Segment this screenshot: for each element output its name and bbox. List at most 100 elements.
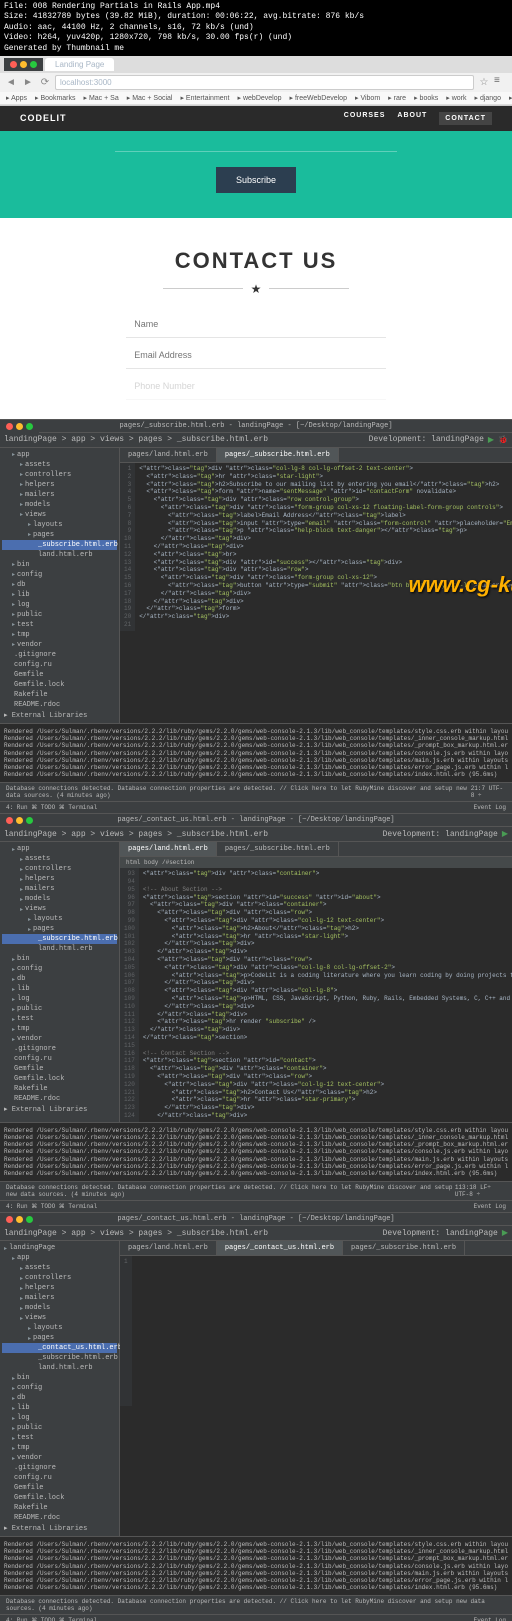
name-input[interactable] [126, 311, 386, 338]
file-item[interactable]: .gitignore [2, 1463, 117, 1473]
window-maximize-icon[interactable] [26, 817, 33, 824]
folder-item[interactable]: ▸ db [2, 580, 117, 590]
code-editor[interactable]: pages/land.html.erb pages/_subscribe.htm… [120, 842, 512, 1122]
folder-item[interactable]: ▸ db [2, 1393, 117, 1403]
forward-button[interactable]: ► [21, 75, 35, 89]
folder-item[interactable]: ▸ mailers [2, 884, 117, 894]
project-tree[interactable]: ▸ app▸ assets▸ controllers▸ helpers▸ mai… [0, 448, 120, 723]
folder-item[interactable]: ▸ bin [2, 560, 117, 570]
run-button-icon[interactable]: ▶ [502, 829, 508, 839]
window-minimize-icon[interactable] [16, 423, 23, 430]
run-console[interactable]: Rendered /Users/Sulman/.rbenv/versions/2… [0, 1536, 512, 1595]
external-libraries[interactable]: ▸ External Libraries [2, 1104, 117, 1115]
folder-item[interactable]: ▸ models [2, 1303, 117, 1313]
file-item[interactable]: Rakefile [2, 690, 117, 700]
folder-item[interactable]: ▸ vendor [2, 1453, 117, 1463]
code-editor[interactable]: pages/land.html.erb pages/_subscribe.htm… [120, 448, 512, 723]
folder-item[interactable]: ▸ views [2, 904, 117, 914]
folder-item[interactable]: ▸ assets [2, 854, 117, 864]
window-minimize-icon[interactable] [16, 817, 23, 824]
bookmark-item[interactable]: ▸ Entertainment [178, 93, 231, 103]
file-item[interactable]: Gemfile.lock [2, 680, 117, 690]
event-log-link[interactable]: Event Log [474, 804, 506, 811]
file-item[interactable]: _subscribe.html.erb [2, 540, 117, 550]
window-close-icon[interactable] [6, 423, 13, 430]
code-content[interactable]: <"attr">class="tag">div "attr">class="co… [135, 463, 512, 631]
bottom-tool-tabs[interactable]: 4: Run ⌘ TODO ⌘ Terminal [6, 1617, 97, 1621]
editor-tab-active[interactable]: pages/land.html.erb [120, 842, 217, 856]
editor-tab-active[interactable]: pages/_contact_us.html.erb [217, 1241, 343, 1255]
editor-tab-active[interactable]: pages/_subscribe.html.erb [217, 448, 339, 462]
debug-button-icon[interactable]: 🐞 [498, 435, 508, 445]
file-item[interactable]: land.html.erb [2, 550, 117, 560]
folder-item[interactable]: ▸ log [2, 600, 117, 610]
bookmark-item[interactable]: ▸ webDevelop [236, 93, 284, 103]
breadcrumb-path[interactable]: landingPage > app > views > pages > _sub… [4, 435, 268, 444]
folder-item[interactable]: ▸ lib [2, 1403, 117, 1413]
bottom-tool-tabs[interactable]: 4: Run ⌘ TODO ⌘ Terminal [6, 1203, 97, 1210]
external-libraries[interactable]: ▸ External Libraries [2, 1523, 117, 1534]
folder-item[interactable]: ▸ controllers [2, 470, 117, 480]
file-item[interactable]: _subscribe.html.erb [2, 1353, 117, 1363]
nav-contact[interactable]: CONTACT [439, 112, 492, 125]
folder-item[interactable]: ▸ lib [2, 984, 117, 994]
folder-item[interactable]: ▸ layouts [2, 1323, 117, 1333]
file-item[interactable]: land.html.erb [2, 1363, 117, 1373]
folder-item[interactable]: ▸ test [2, 1014, 117, 1024]
folder-item[interactable]: ▸ config [2, 1383, 117, 1393]
window-close-icon[interactable] [10, 61, 17, 68]
window-maximize-icon[interactable] [26, 1216, 33, 1223]
file-item[interactable]: README.rdoc [2, 700, 117, 710]
folder-item[interactable]: ▸ assets [2, 460, 117, 470]
nav-courses[interactable]: COURSES [344, 112, 386, 125]
folder-item[interactable]: ▸ models [2, 894, 117, 904]
folder-item[interactable]: ▸ lib [2, 590, 117, 600]
window-minimize-icon[interactable] [16, 1216, 23, 1223]
folder-item[interactable]: ▸ helpers [2, 480, 117, 490]
external-libraries[interactable]: ▸ External Libraries [2, 710, 117, 721]
bookmark-item[interactable]: ▸ Mac + Social [125, 93, 175, 103]
bookmark-item[interactable]: ▸ Bookmarks [33, 93, 77, 103]
breadcrumb-path[interactable]: landingPage > app > views > pages > _sub… [4, 830, 268, 839]
folder-item[interactable]: ▸ controllers [2, 864, 117, 874]
folder-item[interactable]: ▸ pages [2, 530, 117, 540]
bookmark-item[interactable]: ▸ Local [507, 93, 512, 103]
folder-item[interactable]: ▸ landingPage [2, 1243, 117, 1253]
project-tree[interactable]: ▸ landingPage▸ app▸ assets▸ controllers▸… [0, 1241, 120, 1536]
folder-item[interactable]: ▸ test [2, 1433, 117, 1443]
nav-about[interactable]: ABOUT [397, 112, 427, 125]
address-bar[interactable]: localhost:3000 [55, 75, 474, 90]
editor-tab[interactable]: pages/_subscribe.html.erb [217, 842, 339, 856]
folder-item[interactable]: ▸ public [2, 1004, 117, 1014]
folder-item[interactable]: ▸ controllers [2, 1273, 117, 1283]
file-item[interactable]: config.ru [2, 1473, 117, 1483]
browser-tab[interactable]: Landing Page [45, 58, 114, 71]
browser-menu-icon[interactable]: ≡ [494, 75, 508, 89]
event-log-link[interactable]: Event Log [474, 1203, 506, 1210]
file-item[interactable]: _contact_us.html.erb [2, 1343, 117, 1353]
file-item[interactable]: Gemfile [2, 670, 117, 680]
file-item[interactable]: README.rdoc [2, 1094, 117, 1104]
file-item[interactable]: Rakefile [2, 1503, 117, 1513]
window-close-icon[interactable] [6, 817, 13, 824]
folder-item[interactable]: ▸ tmp [2, 630, 117, 640]
editor-tab[interactable]: pages/land.html.erb [120, 1241, 217, 1255]
file-item[interactable]: Gemfile [2, 1064, 117, 1074]
file-item[interactable]: .gitignore [2, 650, 117, 660]
folder-item[interactable]: ▸ app [2, 1253, 117, 1263]
bookmark-item[interactable]: ▸ django [472, 93, 502, 103]
bookmark-item[interactable]: ▸ books [412, 93, 440, 103]
project-tree[interactable]: ▸ app▸ assets▸ controllers▸ helpers▸ mai… [0, 842, 120, 1122]
star-icon[interactable]: ☆ [477, 75, 491, 89]
file-item[interactable]: Gemfile.lock [2, 1074, 117, 1084]
folder-item[interactable]: ▸ mailers [2, 1293, 117, 1303]
structure-breadcrumb[interactable]: html body /#section [120, 857, 512, 868]
bookmark-item[interactable]: ▸ work [444, 93, 468, 103]
bookmark-item[interactable]: ▸ rare [386, 93, 408, 103]
file-item[interactable]: README.rdoc [2, 1513, 117, 1523]
folder-item[interactable]: ▸ helpers [2, 1283, 117, 1293]
file-item[interactable]: Rakefile [2, 1084, 117, 1094]
code-editor[interactable]: pages/land.html.erb pages/_contact_us.ht… [120, 1241, 512, 1536]
run-button-icon[interactable]: ▶ [488, 435, 494, 445]
reload-button[interactable]: ⟳ [38, 75, 52, 89]
